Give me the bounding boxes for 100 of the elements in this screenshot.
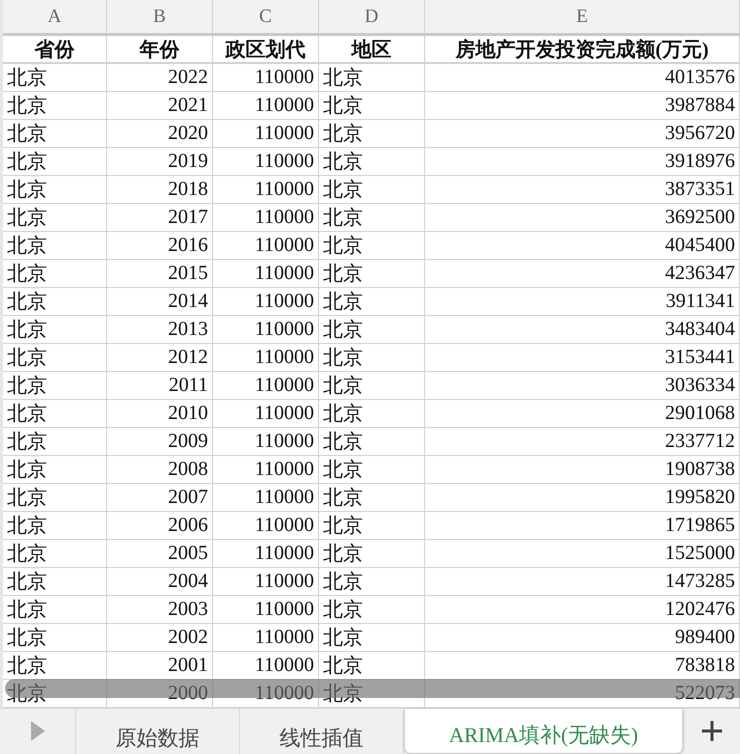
table-cell-text: 北京: [323, 374, 363, 399]
table-cell-text: 北京: [323, 598, 363, 623]
table-cell: 2001: [168, 654, 208, 677]
table-cell: 3873351: [665, 178, 735, 201]
table-cell: 110000: [254, 206, 314, 229]
table-cell-text: 北京: [7, 318, 47, 343]
table-cell: 110000: [254, 654, 314, 677]
table-cell-text: 北京: [7, 514, 47, 539]
table-cell-text: 北京: [323, 486, 363, 511]
table-cell-text: 北京: [7, 234, 47, 259]
column-header[interactable]: C: [259, 6, 272, 28]
table-cell: 1908738: [665, 458, 735, 481]
table-cell: 1719865: [665, 514, 735, 537]
table-cell: 2022: [168, 66, 208, 89]
table-cell: 110000: [254, 94, 314, 117]
table-cell-text: 北京: [323, 514, 363, 539]
table-cell: 3987884: [665, 94, 735, 117]
sheet-tab[interactable]: ARIMA填补(无缺失): [405, 709, 683, 753]
table-cell-text: 北京: [323, 542, 363, 567]
table-cell-text: 北京: [7, 150, 47, 175]
table-cell: 2020: [168, 122, 208, 145]
table-cell-text: 北京: [323, 458, 363, 483]
sheet-tab[interactable]: 原始数据: [76, 708, 240, 754]
table-cell: 110000: [254, 290, 314, 313]
table-cell: 4236347: [665, 262, 735, 285]
table-cell: 2005: [168, 542, 208, 565]
add-icon[interactable]: [702, 721, 722, 741]
table-cell-text: 北京: [323, 94, 363, 119]
table-cell: 2019: [168, 150, 208, 173]
table-cell: 3918976: [665, 150, 735, 173]
table-cell-text: 北京: [7, 402, 47, 427]
play-icon[interactable]: [30, 721, 44, 741]
table-cell: 2017: [168, 206, 208, 229]
table-cell: 2006: [168, 514, 208, 537]
table-cell: 1995820: [665, 486, 735, 509]
table-cell: 110000: [254, 122, 314, 145]
table-cell: 2015: [168, 262, 208, 285]
table-cell: 3483404: [665, 318, 735, 341]
table-cell-text: 北京: [7, 458, 47, 483]
table-cell: 1473285: [665, 570, 735, 593]
table-cell: 110000: [254, 234, 314, 257]
sheet-tab[interactable]: 线性插值: [240, 708, 404, 754]
header-cell-text: 房地产开发投资完成额(万元): [455, 38, 709, 62]
table-cell-text: 北京: [323, 430, 363, 455]
table-cell: 110000: [254, 66, 314, 89]
table-cell: 1525000: [665, 542, 735, 565]
table-cell: 110000: [254, 262, 314, 285]
column-header[interactable]: A: [48, 6, 62, 28]
table-cell: 3692500: [665, 206, 735, 229]
table-cell: 2007: [168, 486, 208, 509]
table-cell: 3153441: [665, 346, 735, 369]
table-cell: 110000: [254, 514, 314, 537]
table-cell-text: 北京: [323, 206, 363, 231]
table-cell-text: 北京: [7, 486, 47, 511]
table-cell-text: 北京: [7, 122, 47, 147]
table-cell: 110000: [254, 598, 314, 621]
table-cell: 3036334: [665, 374, 735, 397]
table-cell-text: 北京: [323, 290, 363, 315]
table-cell-text: 北京: [7, 626, 47, 651]
table-cell-text: 北京: [7, 66, 47, 91]
table-cell: 2008: [168, 458, 208, 481]
table-cell: 110000: [254, 570, 314, 593]
table-cell-text: 北京: [7, 290, 47, 315]
table-cell: 2003: [168, 598, 208, 621]
table-cell: 110000: [254, 626, 314, 649]
table-cell: 2004: [168, 570, 208, 593]
table-cell: 3956720: [665, 122, 735, 145]
column-header[interactable]: E: [576, 6, 588, 28]
table-cell-text: 北京: [7, 178, 47, 203]
table-cell: 2011: [168, 374, 208, 397]
column-header[interactable]: B: [153, 6, 166, 28]
table-cell-text: 北京: [323, 346, 363, 371]
table-cell: 783818: [675, 654, 735, 677]
table-cell-text: 北京: [323, 122, 363, 147]
table-cell-text: 北京: [323, 402, 363, 427]
table-cell-text: 北京: [7, 542, 47, 567]
table-cell: 110000: [254, 374, 314, 397]
header-cell-text: 政区划代: [226, 38, 306, 62]
header-cell-text: 年份: [140, 38, 180, 62]
table-cell-text: 北京: [7, 346, 47, 371]
table-cell-text: 北京: [7, 262, 47, 287]
table-cell-text: 北京: [323, 262, 363, 287]
table-cell-text: 北京: [7, 94, 47, 119]
table-cell: 3911341: [666, 290, 735, 313]
table-cell-text: 北京: [7, 374, 47, 399]
column-header[interactable]: D: [364, 6, 378, 28]
table-cell-text: 北京: [323, 234, 363, 259]
header-cell-text: 地区: [352, 38, 392, 62]
table-cell: 2013: [168, 318, 208, 341]
table-cell-text: 北京: [7, 570, 47, 595]
table-cell: 4045400: [665, 234, 735, 257]
table-cell: 110000: [254, 430, 314, 453]
table-cell-text: 北京: [323, 570, 363, 595]
table-cell: 110000: [254, 402, 314, 425]
table-cell: 110000: [254, 178, 314, 201]
table-cell: 2021: [168, 94, 208, 117]
table-cell: 2014: [168, 290, 208, 313]
table-cell-text: 北京: [7, 598, 47, 623]
table-cell: 110000: [254, 318, 314, 341]
table-cell-text: 北京: [323, 654, 363, 679]
